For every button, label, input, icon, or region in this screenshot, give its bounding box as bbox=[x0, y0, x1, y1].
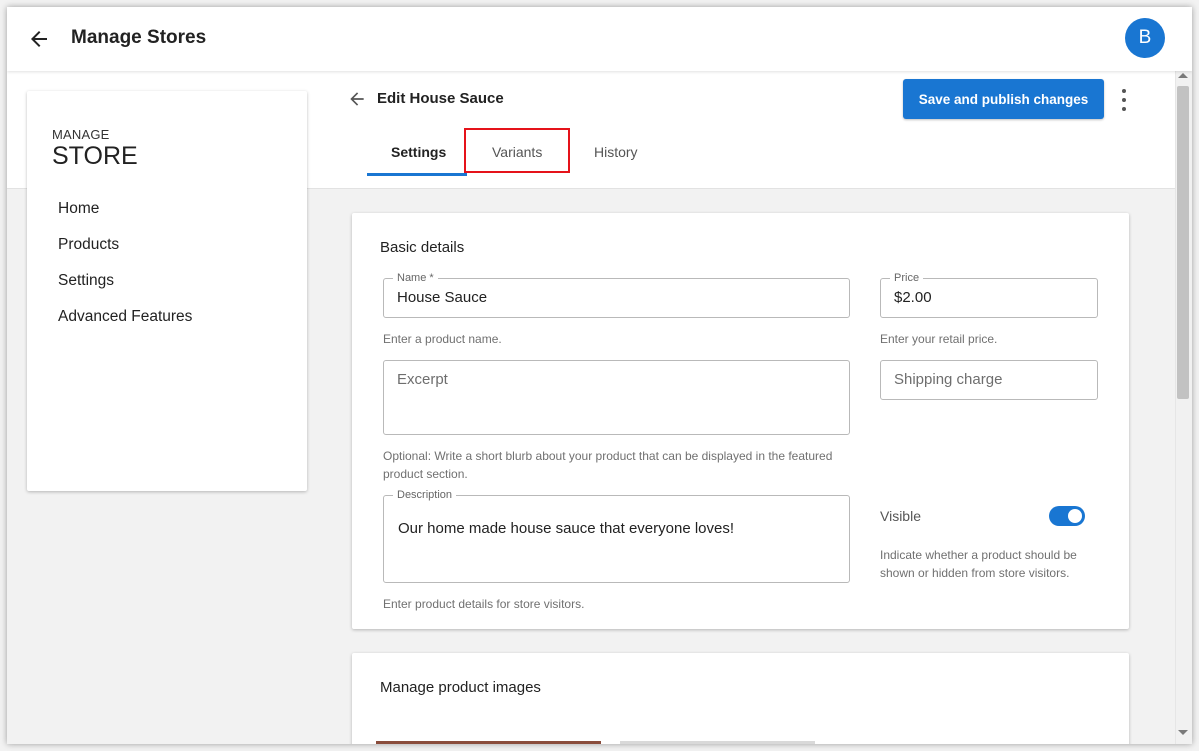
name-label: Name * bbox=[393, 271, 438, 285]
shipping-charge-placeholder: Shipping charge bbox=[894, 371, 1003, 388]
description-field[interactable]: Description Our home made house sauce th… bbox=[383, 488, 850, 583]
product-image-thumbnail[interactable] bbox=[376, 741, 601, 744]
save-publish-button[interactable]: Save and publish changes bbox=[903, 79, 1104, 119]
edit-back-arrow-icon[interactable] bbox=[347, 89, 367, 109]
excerpt-helper: Optional: Write a short blurb about your… bbox=[383, 449, 833, 481]
basic-details-card: Basic details Name * House Sauce Enter a… bbox=[352, 213, 1129, 629]
tab-history[interactable]: History bbox=[594, 144, 638, 160]
visible-helper: Indicate whether a product should be sho… bbox=[880, 548, 1077, 580]
tab-settings[interactable]: Settings bbox=[391, 144, 446, 160]
excerpt-placeholder: Excerpt bbox=[397, 371, 448, 388]
price-helper: Enter your retail price. bbox=[880, 332, 998, 346]
tab-variants[interactable]: Variants bbox=[492, 144, 542, 160]
sidebar-nav: Home Products Settings Advanced Features bbox=[58, 199, 192, 343]
active-tab-indicator bbox=[367, 173, 467, 176]
description-label: Description bbox=[393, 488, 457, 502]
name-helper: Enter a product name. bbox=[383, 332, 502, 346]
avatar[interactable]: B bbox=[1125, 18, 1165, 58]
excerpt-field[interactable]: Excerpt bbox=[383, 360, 850, 435]
scroll-down-arrow-icon[interactable] bbox=[1178, 730, 1188, 735]
sidebar-item-advanced-features[interactable]: Advanced Features bbox=[58, 307, 192, 343]
price-label: Price bbox=[890, 271, 924, 285]
description-helper: Enter product details for store visitors… bbox=[383, 597, 585, 611]
name-value: House Sauce bbox=[397, 289, 488, 306]
product-images-card: Manage product images bbox=[352, 653, 1129, 744]
price-field[interactable]: Price $2.00 bbox=[880, 271, 1098, 318]
app-window: Manage Stores B MANAGE STORE Home Produc… bbox=[7, 7, 1192, 744]
scroll-up-arrow-icon[interactable] bbox=[1178, 73, 1188, 78]
price-value: $2.00 bbox=[894, 289, 932, 306]
description-value: Our home made house sauce that everyone … bbox=[398, 520, 735, 537]
brand-large-text: STORE bbox=[52, 142, 138, 170]
name-field[interactable]: Name * House Sauce bbox=[383, 271, 850, 318]
visible-toggle[interactable] bbox=[1049, 506, 1085, 526]
more-options-icon[interactable] bbox=[1114, 89, 1134, 111]
basic-details-title: Basic details bbox=[380, 239, 465, 256]
page-title: Edit House Sauce bbox=[377, 90, 504, 107]
scrollbar-thumb[interactable] bbox=[1177, 86, 1189, 399]
back-arrow-icon[interactable] bbox=[27, 27, 51, 51]
shipping-charge-field[interactable]: Shipping charge bbox=[880, 360, 1098, 400]
app-bar: Manage Stores B bbox=[7, 7, 1192, 71]
product-image-thumbnail[interactable] bbox=[620, 741, 815, 744]
sidebar-item-home[interactable]: Home bbox=[58, 199, 192, 235]
visible-label: Visible bbox=[880, 508, 921, 524]
toggle-knob bbox=[1068, 509, 1082, 523]
product-images-title: Manage product images bbox=[380, 679, 541, 696]
app-title: Manage Stores bbox=[71, 27, 207, 48]
brand-small-text: MANAGE bbox=[52, 127, 110, 142]
sidebar: MANAGE STORE Home Products Settings Adva… bbox=[27, 91, 307, 491]
sidebar-item-products[interactable]: Products bbox=[58, 235, 192, 271]
sidebar-item-settings[interactable]: Settings bbox=[58, 271, 192, 307]
